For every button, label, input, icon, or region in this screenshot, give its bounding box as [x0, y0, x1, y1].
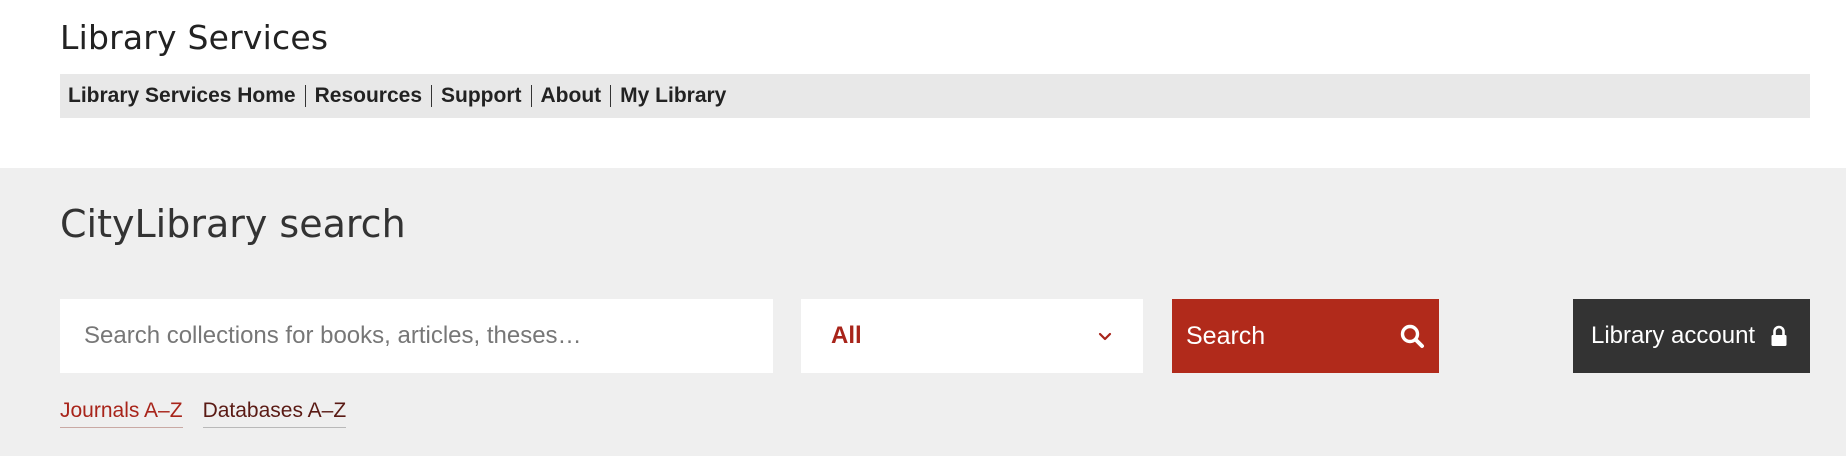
- nav-item-about[interactable]: About: [530, 85, 611, 107]
- main-nav: Library Services Home Resources Support …: [60, 74, 1810, 118]
- search-button[interactable]: Search: [1172, 299, 1439, 373]
- nav-item-resources[interactable]: Resources: [304, 85, 431, 107]
- search-heading: CityLibrary search: [60, 202, 406, 246]
- journals-az-link[interactable]: Journals A–Z: [60, 399, 183, 428]
- magnifier-icon: [1400, 324, 1424, 348]
- nav-item-my-library[interactable]: My Library: [610, 85, 735, 107]
- scope-select[interactable]: All: [801, 299, 1143, 373]
- search-button-label: Search: [1186, 321, 1266, 350]
- search-panel: CityLibrary search All Search Library ac…: [0, 168, 1846, 456]
- site-header: Library Services Library Services Home R…: [0, 0, 1846, 168]
- nav-item-home[interactable]: Library Services Home: [60, 85, 305, 107]
- scope-select-value: All: [831, 322, 862, 349]
- quick-links: Journals A–Z Databases A–Z: [60, 399, 347, 428]
- chevron-down-icon: [1098, 332, 1112, 341]
- lock-icon: [1771, 325, 1787, 346]
- library-account-label: Library account: [1591, 322, 1756, 349]
- nav-item-support[interactable]: Support: [431, 85, 530, 107]
- databases-az-link[interactable]: Databases A–Z: [202, 399, 347, 428]
- search-input[interactable]: [60, 299, 773, 373]
- library-account-button[interactable]: Library account: [1573, 299, 1810, 373]
- site-title[interactable]: Library Services: [60, 18, 328, 57]
